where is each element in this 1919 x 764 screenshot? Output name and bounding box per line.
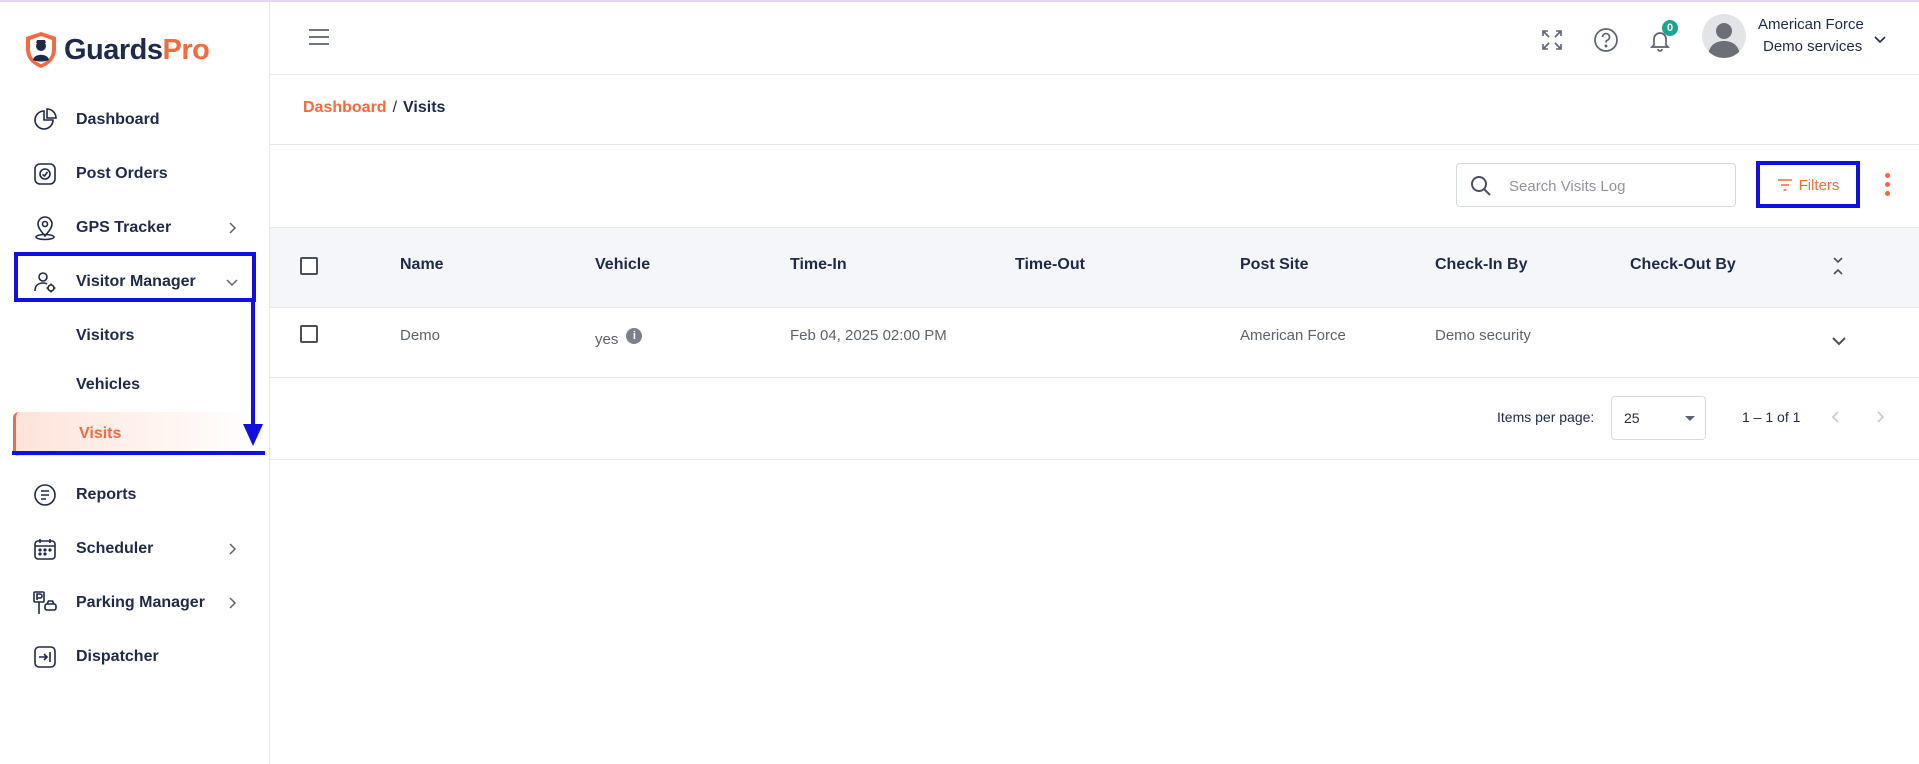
page-range: 1 – 1 of 1 <box>1742 409 1801 425</box>
kebab-dot <box>1884 182 1890 187</box>
sidebar-subitem-label: Visits <box>79 425 122 442</box>
sidebar-item-label: Dashboard <box>76 111 160 128</box>
calendar-icon <box>28 532 62 566</box>
sidebar-item-dashboard[interactable]: Dashboard <box>28 100 240 140</box>
breadcrumb-divider <box>270 144 1919 145</box>
search-icon <box>1471 176 1491 196</box>
sidebar-item-scheduler[interactable]: Scheduler <box>28 529 240 569</box>
sidebar-item-label: Parking Manager <box>76 594 205 611</box>
sidebar-item-dispatcher[interactable]: Dispatcher <box>28 637 240 677</box>
cell-time-in: Feb 04, 2025 02:00 PM <box>790 327 947 344</box>
annotation-arrow-line <box>251 300 255 428</box>
sidebar-item-label: Reports <box>76 486 137 503</box>
user-avatar-icon <box>1708 23 1740 58</box>
dropdown-caret-icon <box>1685 416 1695 421</box>
chevron-right-icon <box>1877 411 1885 423</box>
breadcrumb: Dashboard / Visits <box>303 99 445 117</box>
filters-label: Filters <box>1798 176 1840 194</box>
logo[interactable]: GuardsPro <box>24 30 210 70</box>
chevron-right-icon <box>229 222 237 234</box>
sidebar: GuardsPro Dashboard Post Orders GPS Trac… <box>0 2 270 764</box>
cell-post-site: American Force <box>1240 327 1346 344</box>
sidebar-item-reports[interactable]: Reports <box>28 475 240 515</box>
id-badge-icon <box>28 157 62 191</box>
chevron-left-icon <box>1831 411 1839 423</box>
cell-name: Demo <box>400 327 441 344</box>
sidebar-item-label: GPS Tracker <box>76 219 172 236</box>
page-size-select[interactable]: 25 <box>1611 396 1706 440</box>
next-page-button[interactable] <box>1868 405 1892 429</box>
map-pin-icon <box>28 211 62 245</box>
filters-button[interactable]: Filters <box>1762 166 1854 204</box>
row-checkbox[interactable] <box>300 325 318 343</box>
annotation-arrow-head-icon <box>243 424 263 446</box>
search-box <box>1456 163 1736 207</box>
notification-badge: 0 <box>1662 20 1678 36</box>
chevron-down-icon[interactable] <box>1872 32 1888 48</box>
expand-row-chevron-icon[interactable] <box>1831 335 1847 347</box>
previous-page-button[interactable] <box>1824 405 1848 429</box>
breadcrumb-separator: / <box>392 99 398 116</box>
more-options-button[interactable] <box>1882 173 1892 201</box>
cell-check-in-by: Demo security <box>1435 327 1531 344</box>
column-header-check-in-by[interactable]: Check-In By <box>1435 256 1527 274</box>
sidebar-item-gps-tracker[interactable]: GPS Tracker <box>28 208 240 248</box>
kebab-dot <box>1884 191 1890 196</box>
sidebar-item-label: Post Orders <box>76 165 168 182</box>
shield-logo-icon <box>26 32 56 68</box>
annotation-box-visitor-manager <box>14 252 256 302</box>
user-org: Demo services <box>1763 38 1863 55</box>
chevron-right-icon <box>229 597 237 609</box>
help-button[interactable] <box>1590 24 1622 56</box>
column-header-time-in[interactable]: Time-In <box>790 256 847 274</box>
column-header-name[interactable]: Name <box>400 256 444 274</box>
hamburger-menu-icon[interactable] <box>308 28 330 46</box>
collapse-all-icon[interactable] <box>1830 255 1846 277</box>
fullscreen-button[interactable] <box>1536 24 1568 56</box>
kebab-dot <box>1884 173 1890 178</box>
paginator-divider <box>270 459 1919 460</box>
avatar[interactable] <box>1702 14 1746 58</box>
annotation-underline <box>12 451 265 455</box>
column-header-vehicle[interactable]: Vehicle <box>595 256 650 274</box>
sidebar-item-label: Dispatcher <box>76 648 159 665</box>
table-row[interactable]: Demo yes i Feb 04, 2025 02:00 PM American… <box>270 307 1919 378</box>
sidebar-item-post-orders[interactable]: Post Orders <box>28 154 240 194</box>
breadcrumb-dashboard-link[interactable]: Dashboard <box>303 99 387 116</box>
column-header-time-out[interactable]: Time-Out <box>1015 256 1085 274</box>
sidebar-item-parking-manager[interactable]: Parking Manager <box>28 583 240 623</box>
pie-chart-icon <box>28 103 62 137</box>
items-per-page-label: Items per page: <box>1497 409 1595 425</box>
filter-icon <box>1777 179 1792 191</box>
notifications-button[interactable]: 0 <box>1644 20 1678 56</box>
cell-vehicle-value: yes <box>595 331 619 348</box>
top-header: 0 American Force Demo services <box>270 2 1919 75</box>
select-all-checkbox[interactable] <box>300 257 318 275</box>
expand-icon <box>1542 30 1562 50</box>
sidebar-subitem-visits[interactable]: Visits <box>13 412 266 456</box>
help-icon <box>1594 28 1618 52</box>
cell-vehicle: yes i <box>595 325 643 348</box>
sidebar-item-label: Scheduler <box>76 540 154 557</box>
parking-icon <box>28 586 62 620</box>
brand-name: GuardsPro <box>64 33 210 66</box>
info-icon[interactable]: i <box>626 328 643 344</box>
breadcrumb-current: Visits <box>403 99 446 116</box>
report-icon <box>28 478 62 512</box>
search-input[interactable] <box>1507 174 1721 198</box>
page-size-value: 25 <box>1624 410 1640 426</box>
column-header-post-site[interactable]: Post Site <box>1240 256 1308 274</box>
table-header: Name Vehicle Time-In Time-Out Post Site … <box>270 227 1919 308</box>
sidebar-subitem-vehicles[interactable]: Vehicles <box>76 376 140 394</box>
chevron-right-icon <box>229 543 237 555</box>
column-header-check-out-by[interactable]: Check-Out By <box>1630 256 1736 274</box>
user-name: American Force <box>1758 16 1864 33</box>
sidebar-subitem-visitors[interactable]: Visitors <box>76 327 134 345</box>
dispatch-icon <box>28 640 62 674</box>
